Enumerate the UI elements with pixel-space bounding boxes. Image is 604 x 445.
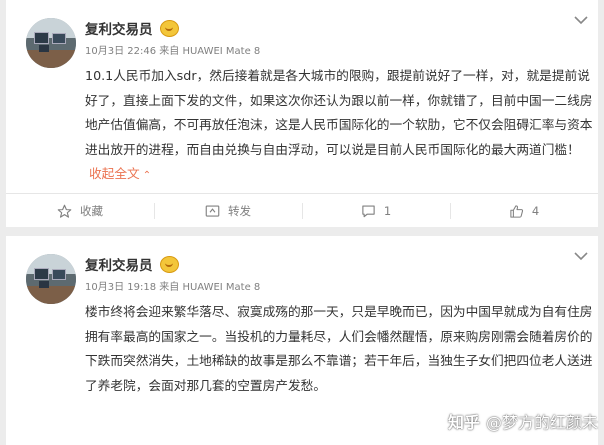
- thumbs-up-icon: [510, 204, 523, 218]
- post-text: 楼市终将会迎来繁华落尽、寂寞成殇的那一天，只是早晚而已，因为中国早就成为自有住房…: [85, 300, 593, 398]
- collapse-label: 收起全文: [89, 166, 140, 181]
- watermark-author: @梦方的红颜未: [485, 413, 598, 432]
- smile-badge-icon: [159, 19, 179, 37]
- avatar[interactable]: [26, 18, 76, 68]
- comment-button[interactable]: 1: [302, 194, 450, 228]
- repost-icon: [205, 205, 220, 217]
- author-name[interactable]: 复利交易员: [85, 18, 153, 38]
- chevron-down-icon[interactable]: [574, 15, 588, 25]
- action-toolbar: 收藏 转发 1 4: [6, 193, 598, 228]
- chevron-up-icon: ⌃: [142, 170, 152, 181]
- zhihu-watermark: 知乎 @梦方的红颜未: [448, 409, 598, 433]
- repost-label: 转发: [228, 204, 251, 218]
- like-count: 4: [531, 204, 540, 218]
- post-meta: 10月3日 19:18 来自 HUAWEI Mate 8: [85, 282, 261, 293]
- comment-icon: [362, 205, 375, 218]
- like-button[interactable]: 4: [450, 194, 598, 228]
- post-body: 10.1人民币加入sdr，然后接着就是各大城市的限购，跟提前说好了一样，对，就是…: [85, 68, 593, 157]
- post-text: 10.1人民币加入sdr，然后接着就是各大城市的限购，跟提前说好了一样，对，就是…: [85, 64, 593, 189]
- post-meta: 10月3日 22:46 来自 HUAWEI Mate 8: [85, 46, 261, 57]
- weibo-post-card: 复利交易员 10月3日 22:46 来自 HUAWEI Mate 8 10.1人…: [6, 0, 598, 227]
- chevron-down-icon[interactable]: [574, 251, 588, 261]
- smile-badge-icon: [159, 255, 179, 273]
- watermark-site: 知乎: [447, 413, 480, 432]
- repost-button[interactable]: 转发: [154, 194, 302, 228]
- comment-count: 1: [383, 204, 392, 218]
- favorite-button[interactable]: 收藏: [6, 194, 154, 228]
- favorite-label: 收藏: [80, 204, 103, 218]
- avatar[interactable]: [26, 254, 76, 304]
- collapse-link[interactable]: 收起全文 ⌃: [89, 166, 151, 181]
- author-name[interactable]: 复利交易员: [85, 254, 153, 274]
- post-body: 楼市终将会迎来繁华落尽、寂寞成殇的那一天，只是早晚而已，因为中国早就成为自有住房…: [85, 304, 593, 393]
- star-icon: [57, 204, 72, 218]
